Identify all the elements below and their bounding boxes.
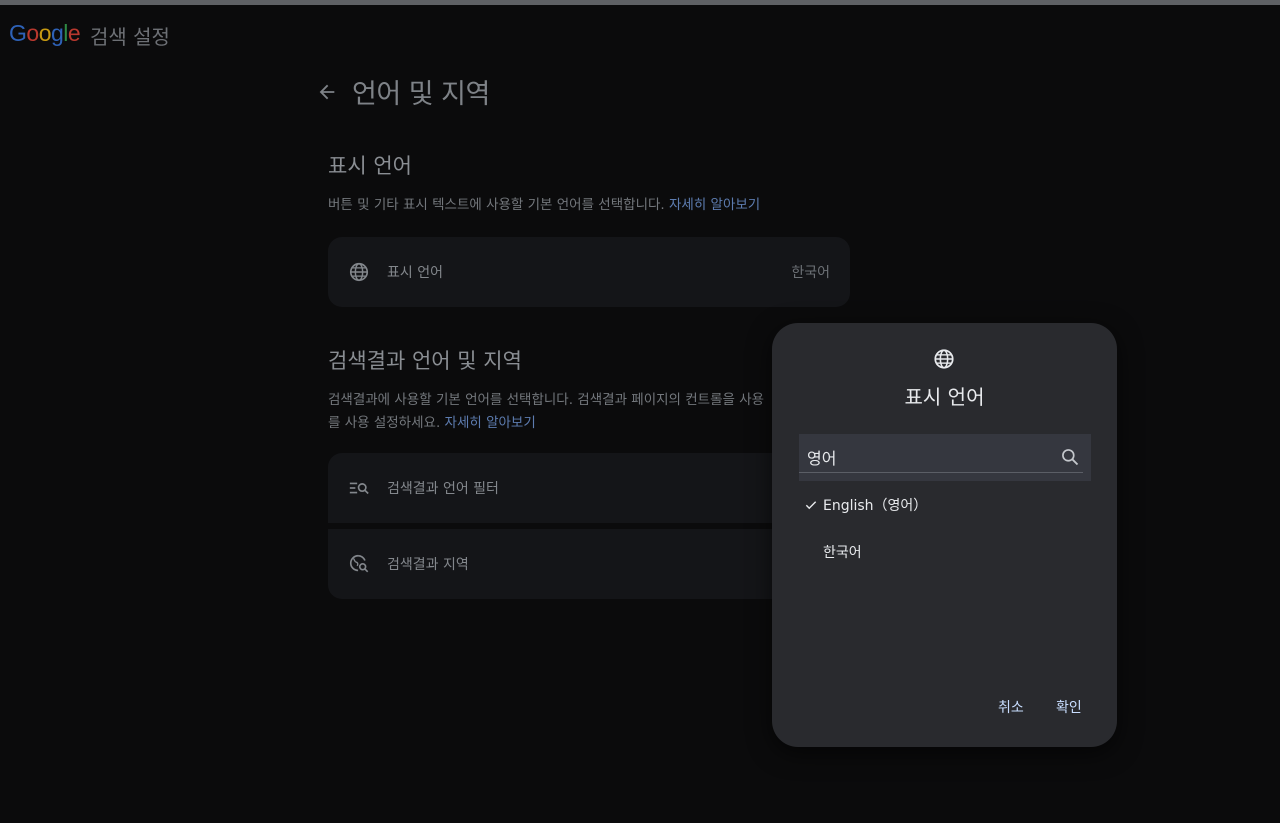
search-underline [799,472,1083,473]
display-language-heading: 표시 언어 [328,154,412,178]
option-english-label: English（영어） [823,498,928,514]
cancel-button[interactable]: 취소 [992,693,1030,721]
language-filter-label: 검색결과 언어 필터 [387,481,499,497]
search-results-description: 검색결과에 사용할 기본 언어를 선택합니다. 검색결과 페이지의 컨트롤을 사… [328,392,765,431]
display-language-label: 표시 언어 [387,265,443,281]
region-label: 검색결과 지역 [387,557,469,573]
option-korean[interactable]: 한국어 [799,532,1091,572]
google-logo[interactable]: Google [9,20,81,47]
option-english[interactable]: English（영어） [799,485,1091,525]
check-icon [805,501,817,510]
search-results-heading: 검색결과 언어 및 지역 [328,349,522,373]
window-top-bar [0,0,1280,5]
display-language-description: 버튼 및 기타 표시 텍스트에 사용할 기본 언어를 선택합니다. 자세히 알아… [328,197,761,213]
dialog-title: 표시 언어 [904,385,985,409]
option-korean-label: 한국어 [823,545,862,561]
display-language-value: 한국어 [791,265,830,281]
display-language-card[interactable]: 표시 언어 한국어 [328,237,850,307]
language-search-box [799,434,1091,481]
page-header: 언어 및 지역 [316,72,490,111]
settings-title: 검색 설정 [90,25,170,49]
display-language-dialog: 표시 언어 English（영어） 한국어 취소 확인 [772,323,1117,747]
page-title: 언어 및 지역 [352,79,490,110]
confirm-button[interactable]: 확인 [1050,693,1088,721]
learn-more-link[interactable]: 자세히 알아보기 [445,415,536,431]
back-arrow-icon[interactable] [316,81,338,103]
globe-icon [934,349,954,369]
language-filter-icon [349,482,369,495]
region-search-icon [349,554,369,573]
globe-icon [349,262,369,282]
search-icon[interactable] [1060,447,1080,467]
learn-more-link[interactable]: 자세히 알아보기 [669,197,760,213]
